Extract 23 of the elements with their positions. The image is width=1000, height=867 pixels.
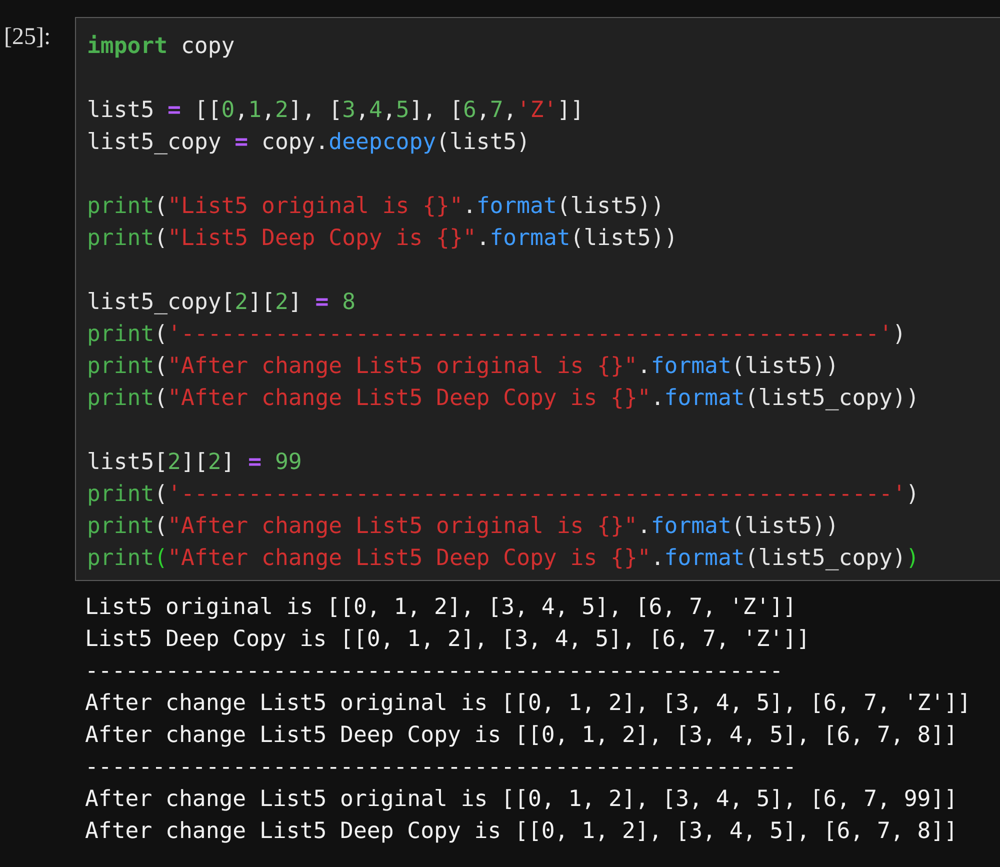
code-line: print("After change List5 Deep Copy is {}".format(list5_copy)) [87,384,920,413]
output-line: List5 original is [[0, 1, 2], [3, 4, 5], [6, 7, 'Z']] [85,593,796,622]
code-line: import copy [87,32,235,61]
code-line: print("List5 Deep Copy is {}".format(list5)) [87,224,678,253]
code-line: list5 = [[0,1,2], [3,4,5], [6,7,'Z']] [87,96,584,125]
code-line: print('-----------------------------------------------------') [87,480,920,509]
code-line: list5_copy = copy.deepcopy(list5) [87,128,530,157]
code-line: print("After change List5 Deep Copy is {}".format(list5_copy)) [87,544,920,573]
output-line: ---------------------------------------------------- [85,657,784,686]
output-line: List5 Deep Copy is [[0, 1, 2], [3, 4, 5], [6, 7, 'Z']] [85,625,810,654]
output-line: ----------------------------------------------------- [85,753,796,782]
output-line: After change List5 original is [[0, 1, 2], [3, 4, 5], [6, 7, 99]] [85,785,958,814]
code-line: print("After change List5 original is {}".format(list5)) [87,352,839,381]
cell-prompt: [25]: [3,23,52,52]
code-line: list5[2][2] = 99 [87,448,302,477]
code-line: list5_copy[2][2] = 8 [87,288,356,317]
code-line: print("List5 original is {}".format(list5)) [87,192,664,221]
output-line: After change List5 Deep Copy is [[0, 1, 2], [3, 4, 5], [6, 7, 8]] [85,817,958,846]
code-line: print("After change List5 original is {}".format(list5)) [87,512,839,541]
code-line: print('----------------------------------------------------') [87,320,906,349]
code-editor[interactable] [75,17,1000,581]
output-line: After change List5 Deep Copy is [[0, 1, 2], [3, 4, 5], [6, 7, 8]] [85,721,958,750]
output-line: After change List5 original is [[0, 1, 2], [3, 4, 5], [6, 7, 'Z']] [85,689,971,718]
